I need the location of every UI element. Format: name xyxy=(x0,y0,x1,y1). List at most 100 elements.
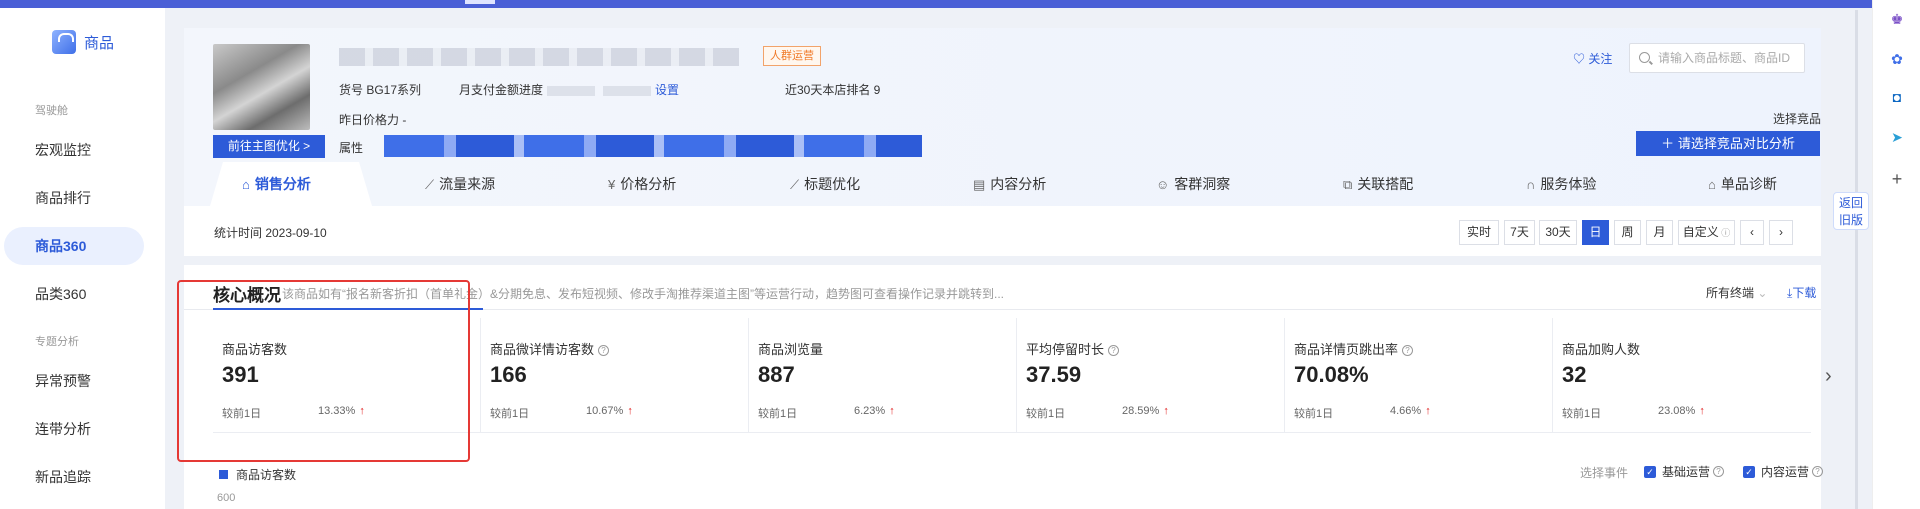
copilot-icon[interactable]: ✿ xyxy=(1888,50,1906,68)
tab-sales-analysis[interactable]: ⌂ 销售分析 xyxy=(242,162,311,206)
terminal-label: 所有终端 xyxy=(1706,286,1755,300)
compare-label: 请选择竞品对比分析 xyxy=(1677,136,1795,151)
top-bar xyxy=(0,0,1872,8)
people-icon: ☺ xyxy=(1156,177,1170,192)
metric-change: 4.66% ↑ xyxy=(1390,405,1431,417)
terminal-select[interactable]: 所有终端 ⌄ xyxy=(1706,284,1767,301)
bag-icon: ⌂ xyxy=(1708,177,1716,192)
metric-card[interactable]: 商品详情页跳出率? 70.08% 较前1日 4.66% ↑ xyxy=(1285,318,1553,433)
arrow-up-icon: ↑ xyxy=(1425,405,1431,417)
help-icon[interactable]: ? xyxy=(1713,466,1725,477)
sidebar-item-macro-monitor[interactable]: 宏观监控 xyxy=(4,131,144,169)
sidebar-item-product-rank[interactable]: 商品排行 xyxy=(4,179,144,217)
time-week-button[interactable]: 周 xyxy=(1614,220,1641,245)
sidebar: 商品 驾驶舱 宏观监控 商品排行 商品360 品类360 专题分析 异常预警 连… xyxy=(0,8,165,509)
right-rail: ♚ ✿ ◘ ➤ + xyxy=(1872,0,1920,509)
sidebar-item-category360[interactable]: 品类360 xyxy=(4,275,144,313)
arrow-up-icon: ↑ xyxy=(889,405,895,417)
add-icon[interactable]: + xyxy=(1888,169,1906,189)
yen-icon: ¥ xyxy=(608,177,616,192)
download-button[interactable]: ⤓下载 xyxy=(1787,284,1816,301)
sidebar-item-bundle-analysis[interactable]: 连带分析 xyxy=(4,410,144,448)
prev-date-button[interactable]: ‹ xyxy=(1740,220,1764,245)
metric-value: 70.08% xyxy=(1294,362,1369,387)
product-tag: 人群运营 xyxy=(763,46,821,66)
metric-value: 887 xyxy=(758,362,795,387)
event-basic-checkbox[interactable]: ✓ 基础运营? xyxy=(1644,463,1725,480)
metric-label-text: 商品加购人数 xyxy=(1562,342,1641,357)
main-image-optimize-button[interactable]: 前往主图优化 > xyxy=(213,135,325,158)
sidebar-item-product360[interactable]: 商品360 xyxy=(4,227,144,265)
metric-card[interactable]: 商品微详情访客数? 166 较前1日 10.67% ↑ xyxy=(481,318,749,433)
follow-button[interactable]: ♡ 关注 xyxy=(1573,50,1612,67)
metric-card[interactable]: 商品浏览量 887 较前1日 6.23% ↑ xyxy=(749,318,1017,433)
metric-card[interactable]: 平均停留时长? 37.59 较前1日 28.59% ↑ xyxy=(1017,318,1285,433)
metric-value: 32 xyxy=(1562,362,1587,387)
metric-change-value: 23.08% xyxy=(1658,405,1696,417)
return-old-version-button[interactable]: 返回 旧版 xyxy=(1833,192,1869,230)
help-icon[interactable]: ? xyxy=(1108,345,1120,356)
sidebar-group-cockpit: 驾驶舱 xyxy=(35,105,68,117)
yesterday-price: 昨日价格力 - xyxy=(339,113,407,127)
tab-related-match[interactable]: ⧉ 关联搭配 xyxy=(1343,162,1413,206)
next-date-button[interactable]: › xyxy=(1769,220,1793,245)
tab-audience-insight[interactable]: ☺ 客群洞察 xyxy=(1156,162,1230,206)
metric-label: 商品微详情访客数? xyxy=(490,339,610,358)
help-icon: ⓘ xyxy=(1718,228,1731,238)
help-icon[interactable]: ? xyxy=(1812,466,1824,477)
metric-card[interactable]: 商品加购人数 32 较前1日 23.08% ↑ xyxy=(1553,318,1811,433)
metrics-next-button[interactable]: › xyxy=(1825,365,1832,388)
event-content-checkbox[interactable]: ✓ 内容运营? xyxy=(1743,463,1824,480)
tab-title-optimize[interactable]: ⟋ 标题优化 xyxy=(790,162,860,206)
redacted-value xyxy=(547,85,596,96)
metric-label-text: 商品浏览量 xyxy=(758,342,824,357)
metric-change: 28.59% ↑ xyxy=(1122,405,1169,417)
product-title-redacted xyxy=(339,48,739,66)
brand[interactable]: 商品 xyxy=(52,30,114,54)
metric-change-value: 4.66% xyxy=(1390,405,1422,417)
scroll-track[interactable] xyxy=(1855,10,1858,509)
product-thumbnail[interactable] xyxy=(213,44,310,130)
tab-price-analysis[interactable]: ¥ 价格分析 xyxy=(608,162,676,206)
custom-label: 自定义 xyxy=(1682,225,1719,239)
time-30d-button[interactable]: 30天 xyxy=(1539,220,1577,245)
tab-label: 标题优化 xyxy=(804,176,861,192)
metric-change-value: 6.23% xyxy=(854,405,886,417)
help-icon[interactable]: ? xyxy=(598,345,610,356)
legend-label: 商品访客数 xyxy=(236,468,297,482)
metric-change: 6.23% ↑ xyxy=(854,405,895,417)
tab-single-diagnosis[interactable]: ⌂ 单品诊断 xyxy=(1708,162,1777,206)
time-7d-button[interactable]: 7天 xyxy=(1504,220,1535,245)
time-day-button[interactable]: 日 xyxy=(1582,220,1609,245)
attribute-values-redacted[interactable] xyxy=(384,135,922,157)
outlook-icon[interactable]: ◘ xyxy=(1888,88,1906,106)
chevron-down-icon: ⌄ xyxy=(1757,286,1768,300)
old-version-label: 旧版 xyxy=(1838,213,1863,227)
chart-icon: ⟋ xyxy=(425,177,435,192)
sidebar-item-anomaly-alert[interactable]: 异常预警 xyxy=(4,362,144,400)
compare-competitor-button[interactable]: ＋ 请选择竞品对比分析 xyxy=(1636,131,1820,156)
time-realtime-button[interactable]: 实时 xyxy=(1459,220,1499,245)
tab-traffic-source[interactable]: ⟋ 流量来源 xyxy=(425,162,495,206)
stat-time: 统计时间 2023-09-10 xyxy=(214,226,327,240)
tab-label: 价格分析 xyxy=(620,176,677,192)
time-custom-button[interactable]: 自定义 ⓘ xyxy=(1678,220,1735,245)
doc-icon: ▤ xyxy=(973,177,986,192)
sku-label: 货号 BG17系列 xyxy=(339,83,422,97)
tab-service-experience[interactable]: ∩ 服务体验 xyxy=(1526,162,1596,206)
tab-content-analysis[interactable]: ▤ 内容分析 xyxy=(973,162,1046,206)
shopping-bag-icon xyxy=(52,30,76,54)
time-month-button[interactable]: 月 xyxy=(1646,220,1673,245)
metric-change: 10.67% ↑ xyxy=(586,405,633,417)
user-avatar-icon[interactable]: ♚ xyxy=(1888,10,1906,28)
set-link[interactable]: 设置 xyxy=(655,83,679,97)
metric-compare: 较前1日 xyxy=(1026,408,1066,420)
send-icon[interactable]: ➤ xyxy=(1888,128,1906,146)
sidebar-item-new-tracking[interactable]: 新品追踪 xyxy=(4,458,144,496)
help-icon[interactable]: ? xyxy=(1402,345,1414,356)
metric-label-text: 商品详情页跳出率 xyxy=(1294,342,1399,357)
metric-compare: 较前1日 xyxy=(1294,408,1334,420)
tab-label: 流量来源 xyxy=(439,176,496,192)
product-search-input[interactable]: 请输入商品标题、商品ID xyxy=(1629,43,1805,73)
chart-legend[interactable]: 商品访客数 xyxy=(219,466,296,483)
